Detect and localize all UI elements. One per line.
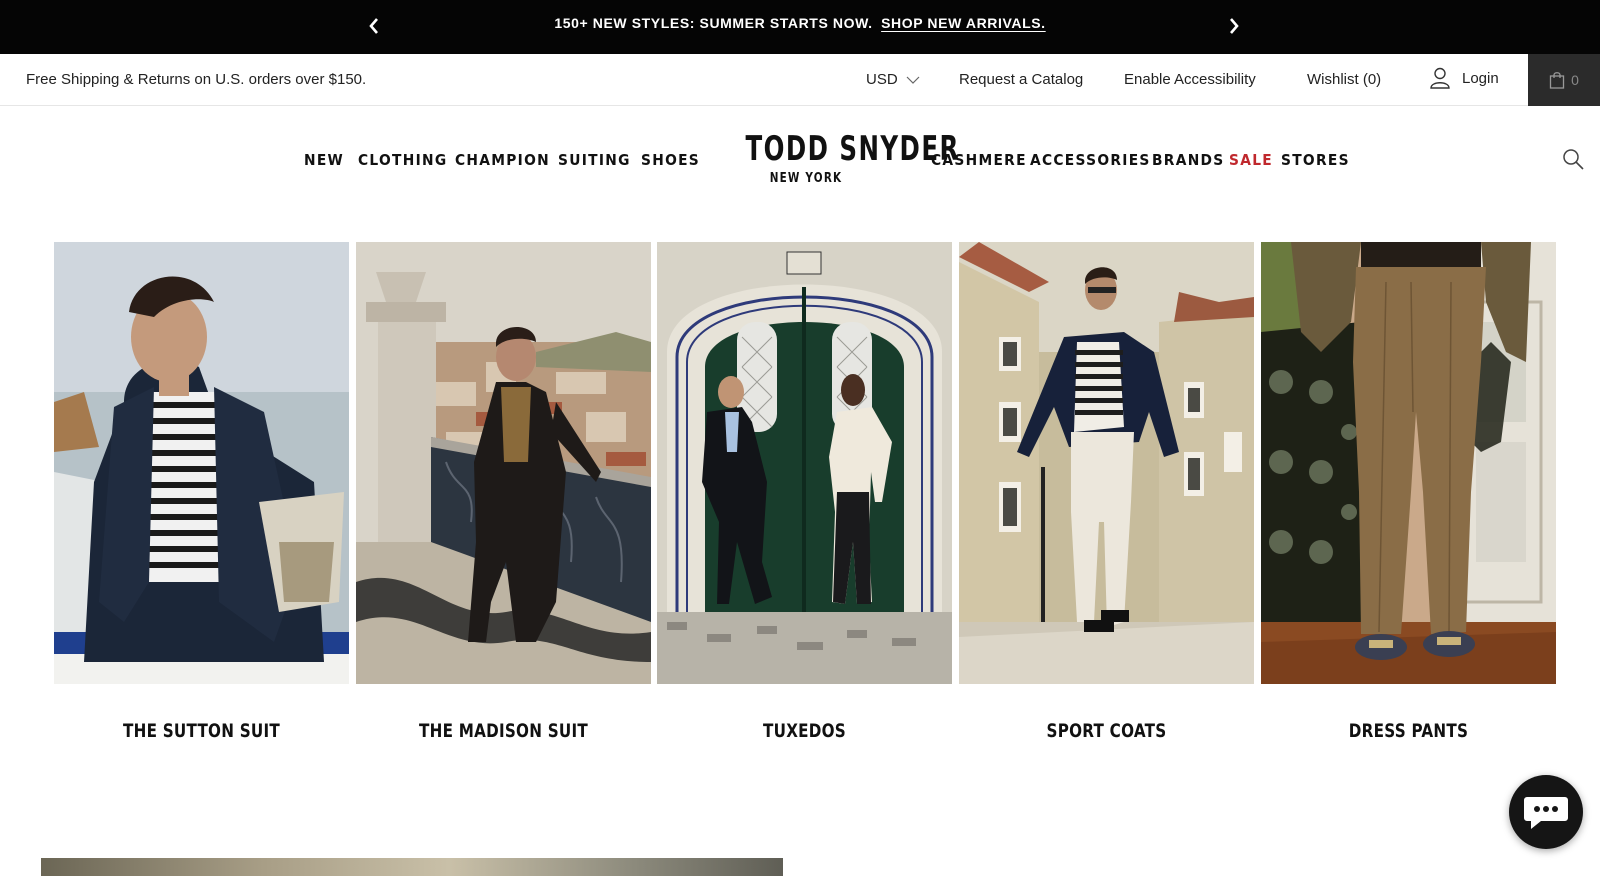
category-tile-madison-suit[interactable]: THE MADISON SUIT bbox=[356, 242, 651, 742]
currency-label: USD bbox=[866, 71, 898, 88]
tile-label: THE MADISON SUIT bbox=[419, 720, 588, 742]
nav-brands[interactable]: BRANDS bbox=[1152, 151, 1225, 169]
nav-clothing[interactable]: CLOTHING bbox=[358, 151, 447, 169]
category-grid: THE SUTTON SUIT THE MADISON SUIT TUXEDOS… bbox=[54, 242, 1556, 752]
search-icon[interactable] bbox=[1560, 146, 1586, 172]
category-tile-dress-pants[interactable]: DRESS PANTS bbox=[1261, 242, 1556, 742]
currency-selector[interactable]: USD bbox=[866, 71, 920, 88]
tile-label: THE SUTTON SUIT bbox=[123, 720, 280, 742]
logo-city-text: NEW YORK bbox=[769, 171, 843, 186]
main-nav: NEW CLOTHING CHAMPION SUITING SHOES TODD… bbox=[0, 106, 1600, 206]
shopping-bag-icon bbox=[1549, 72, 1565, 89]
shop-new-arrivals-link[interactable]: SHOP NEW ARRIVALS. bbox=[881, 15, 1046, 31]
logo-brand-text: TODD SNYDER bbox=[745, 129, 960, 169]
cart-count: 0 bbox=[1571, 72, 1579, 88]
nav-stores[interactable]: STORES bbox=[1281, 151, 1350, 169]
announcement-text: 150+ NEW STYLES: SUMMER STARTS NOW. bbox=[554, 15, 873, 31]
announcement-message: 150+ NEW STYLES: SUMMER STARTS NOW. SHOP… bbox=[0, 15, 1600, 31]
madison-suit-image bbox=[356, 242, 651, 684]
request-catalog-link[interactable]: Request a Catalog bbox=[959, 71, 1083, 88]
chevron-right-icon[interactable] bbox=[1222, 12, 1246, 40]
chat-button[interactable] bbox=[1509, 775, 1583, 849]
nav-cashmere[interactable]: CASHMERE bbox=[931, 151, 1027, 169]
nav-sale[interactable]: SALE bbox=[1229, 151, 1273, 169]
login-label: Login bbox=[1462, 69, 1499, 87]
tile-label: DRESS PANTS bbox=[1348, 720, 1469, 742]
wishlist-link[interactable]: Wishlist (0) bbox=[1307, 71, 1381, 88]
cart-button[interactable]: 0 bbox=[1528, 54, 1600, 106]
nav-shoes[interactable]: SHOES bbox=[641, 151, 700, 169]
shipping-notice: Free Shipping & Returns on U.S. orders o… bbox=[26, 71, 367, 88]
tuxedos-image bbox=[657, 242, 952, 684]
chevron-down-icon bbox=[906, 76, 920, 84]
user-icon bbox=[1430, 67, 1450, 89]
announcement-bar: 150+ NEW STYLES: SUMMER STARTS NOW. SHOP… bbox=[0, 0, 1600, 54]
nav-champion[interactable]: CHAMPION bbox=[455, 151, 550, 169]
utility-bar: Free Shipping & Returns on U.S. orders o… bbox=[0, 54, 1600, 106]
sport-coats-image bbox=[959, 242, 1254, 684]
promo-banner-image[interactable] bbox=[41, 858, 783, 876]
sutton-suit-image bbox=[54, 242, 349, 684]
nav-suiting[interactable]: SUITING bbox=[558, 151, 631, 169]
category-tile-tuxedos[interactable]: TUXEDOS bbox=[657, 242, 952, 742]
nav-new[interactable]: NEW bbox=[304, 151, 344, 169]
tile-label: SPORT COATS bbox=[1046, 720, 1167, 742]
tile-label: TUXEDOS bbox=[763, 720, 846, 742]
login-link[interactable]: Login bbox=[1430, 67, 1499, 89]
category-tile-sutton-suit[interactable]: THE SUTTON SUIT bbox=[54, 242, 349, 742]
brand-logo[interactable]: TODD SNYDER NEW YORK bbox=[722, 129, 960, 186]
enable-accessibility-link[interactable]: Enable Accessibility bbox=[1124, 71, 1256, 88]
dress-pants-image bbox=[1261, 242, 1556, 684]
chat-bubble-icon bbox=[1524, 797, 1568, 829]
nav-accessories[interactable]: ACCESSORIES bbox=[1030, 151, 1151, 169]
category-tile-sport-coats[interactable]: SPORT COATS bbox=[959, 242, 1254, 742]
